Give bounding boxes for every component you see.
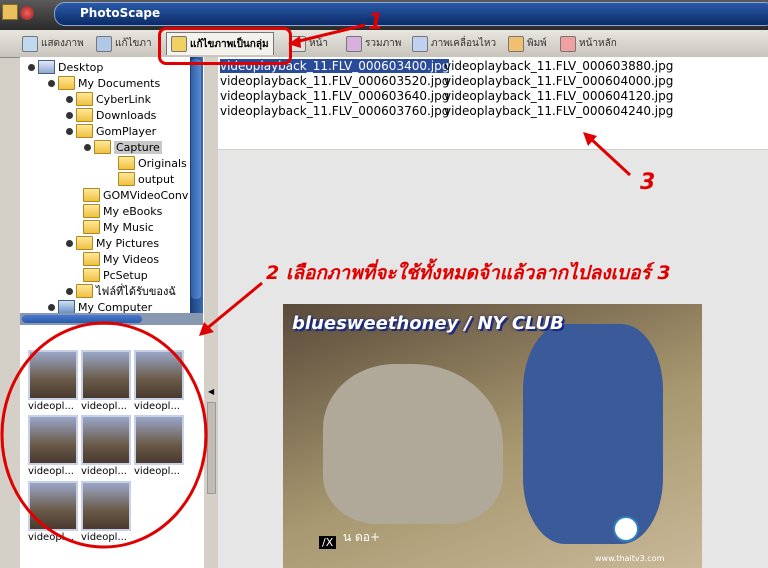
annotation-arrow-1: [294, 23, 366, 44]
annotation-arrow-3: [588, 136, 632, 177]
annotation-circle-thumbnails: [0, 321, 208, 549]
annotation-step-2: 2 เลือกภาพที่จะใช้ทั้งหมดจ้าแล้วลากไปลงเ…: [266, 262, 671, 284]
annotation-step-3: 3: [640, 170, 656, 195]
annotation-arrowhead-1: [288, 36, 301, 48]
annotation-arrow-2: [204, 281, 263, 332]
